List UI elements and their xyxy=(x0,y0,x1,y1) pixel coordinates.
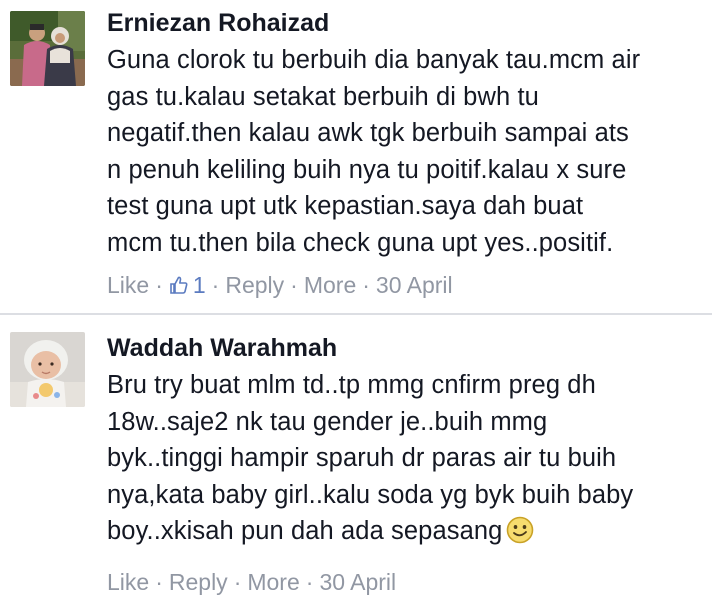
smiley-emoji-icon xyxy=(506,516,534,544)
comment-text: Bru try buat mlm td..tp mmg cnfirm preg … xyxy=(107,367,702,550)
comment-actions: Like · Reply · More · 30 April xyxy=(107,567,702,597)
separator-dot: · xyxy=(155,272,163,298)
comment-text-line: n penuh keliling buih nya tu poitif.kala… xyxy=(107,155,627,184)
comment-body: Waddah Warahmah Bru try buat mlm td..tp … xyxy=(107,331,702,597)
comment-feed: Erniezan Rohaizad Guna clorok tu berbuih… xyxy=(0,0,712,599)
separator-dot: · xyxy=(211,272,220,298)
separator-dot: · xyxy=(362,272,370,298)
like-link[interactable]: Like xyxy=(107,272,149,298)
comment-date[interactable]: 30 April xyxy=(376,272,453,298)
more-link[interactable]: More xyxy=(304,272,356,298)
comment-text-line: boy..xkisah pun dah ada sepasang xyxy=(107,517,503,545)
avatar[interactable] xyxy=(10,11,85,86)
like-count: 1 xyxy=(192,272,206,298)
avatar[interactable] xyxy=(10,332,85,407)
thumbs-up-icon xyxy=(169,275,189,295)
baby-photo-avatar-image xyxy=(10,332,85,407)
comment-text-line: gas tu.kalau setakat berbuih di bwh tu xyxy=(107,82,539,111)
reply-link[interactable]: Reply xyxy=(169,569,228,595)
separator-dot: · xyxy=(233,568,242,595)
like-link[interactable]: Like xyxy=(107,569,149,595)
comment-text-line: nya,kata baby girl..kalu soda yg byk bui… xyxy=(107,480,634,509)
comment-text-line: Bru try buat mlm td..tp mmg cnfirm preg … xyxy=(107,371,596,399)
comment-author[interactable]: Waddah Warahmah xyxy=(107,331,702,365)
comment-text: Guna clorok tu berbuih dia banyak tau.mc… xyxy=(107,42,702,261)
comment-author[interactable]: Erniezan Rohaizad xyxy=(107,6,702,40)
comment-body: Erniezan Rohaizad Guna clorok tu berbuih… xyxy=(107,6,702,300)
comment-text-line: negatif.then kalau awk tgk berbuih sampa… xyxy=(107,119,629,147)
comment-text-line: 18w..saje2 nk tau gender je..buih mmg xyxy=(107,407,548,436)
comment-actions: Like · 1 · Reply · More · 30 April xyxy=(107,270,702,300)
reply-link[interactable]: Reply xyxy=(225,272,284,298)
comment-text-line: byk..tinggi hampir sparuh dr paras air t… xyxy=(107,444,617,472)
separator-dot: · xyxy=(155,568,163,595)
more-link[interactable]: More xyxy=(247,569,299,595)
comment-item: Erniezan Rohaizad Guna clorok tu berbuih… xyxy=(0,0,712,313)
comment-text-line-with-emoji: boy..xkisah pun dah ada sepasang xyxy=(107,513,702,550)
comment-date[interactable]: 30 April xyxy=(319,569,396,595)
couple-photo-avatar-image xyxy=(10,11,85,86)
separator-dot: · xyxy=(305,568,314,595)
separator-dot: · xyxy=(290,272,298,298)
comment-text-line: test guna upt utk kepastian.saya dah bua… xyxy=(107,192,584,220)
comment-text-line: mcm tu.then bila check guna upt yes..pos… xyxy=(107,228,614,257)
comment-text-line: Guna clorok tu berbuih dia banyak tau.mc… xyxy=(107,46,641,74)
comment-item: Waddah Warahmah Bru try buat mlm td..tp … xyxy=(0,313,712,599)
like-count-link[interactable]: 1 xyxy=(169,272,206,298)
